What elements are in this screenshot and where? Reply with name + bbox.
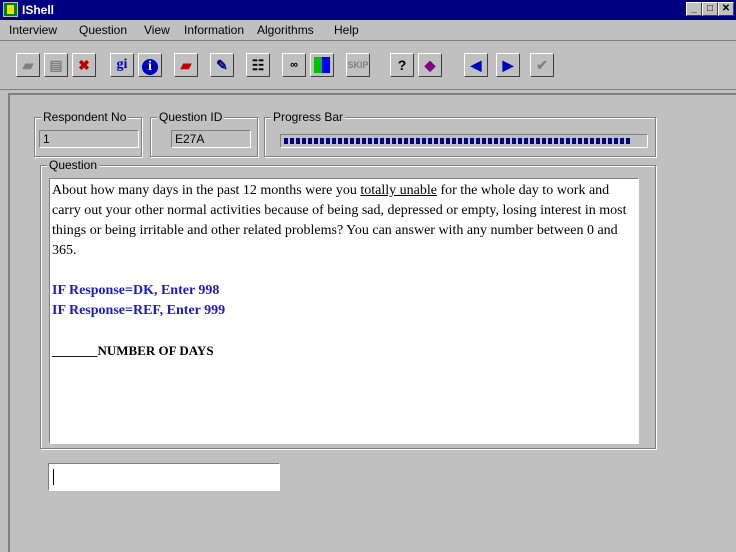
question-id-group: Question ID E27A xyxy=(150,110,258,157)
answer-label: NUMBER OF DAYS xyxy=(97,343,214,358)
menu-information[interactable]: Information xyxy=(184,23,244,37)
progress-fill xyxy=(284,138,630,144)
main-panel: Respondent No 1 Question ID E27A Progres… xyxy=(8,93,736,552)
instruction-dk: IF Response=DK, Enter 998 xyxy=(52,283,220,298)
menu-help[interactable]: Help xyxy=(334,23,359,37)
color-grid-icon[interactable] xyxy=(310,53,334,77)
toolbar: ▰ ▤ ✖ gi i ▰ ✎ ☷ ∞ SKIP ? ◆ ◀ ▶ ✔ xyxy=(0,43,736,90)
red-book-icon[interactable]: ▰ xyxy=(174,53,198,77)
question-id-label: Question ID xyxy=(157,110,225,124)
question-text-area: About how many days in the past 12 month… xyxy=(49,178,639,444)
question-id-field: E27A xyxy=(171,130,251,148)
window-title: IShell xyxy=(22,3,55,17)
info-glyph: i xyxy=(142,59,158,75)
menu-bar: Interview Question View Information Algo… xyxy=(0,20,736,41)
book-icon[interactable]: ▰ xyxy=(16,53,40,77)
question-text-before: About how many days in the past 12 month… xyxy=(52,183,361,198)
info-icon[interactable]: i xyxy=(138,53,162,77)
glasses-icon[interactable]: ∞ xyxy=(282,53,306,77)
close-button[interactable]: ✕ xyxy=(718,2,734,16)
progress-label: Progress Bar xyxy=(271,110,346,124)
response-input[interactable] xyxy=(48,463,280,491)
next-icon[interactable]: ▶ xyxy=(496,53,520,77)
edit-icon[interactable]: ✎ xyxy=(210,53,234,77)
progress-group: Progress Bar xyxy=(264,110,656,157)
previous-icon[interactable]: ◀ xyxy=(464,53,488,77)
list-check-icon[interactable]: ☷ xyxy=(246,53,270,77)
menu-view[interactable]: View xyxy=(144,23,170,37)
answer-prompt: _______NUMBER OF DAYS xyxy=(52,341,636,361)
respondent-field: 1 xyxy=(39,130,139,148)
maximize-button[interactable]: □ xyxy=(702,2,718,16)
title-bar: IShell _ □ ✕ xyxy=(0,0,736,20)
respondent-group: Respondent No 1 xyxy=(34,110,142,157)
answer-blank: _______ xyxy=(52,343,98,358)
window-controls: _ □ ✕ xyxy=(684,2,736,18)
respondent-label: Respondent No xyxy=(41,110,129,124)
notebook-icon[interactable]: ▤ xyxy=(44,53,68,77)
question-text-underlined: totally unable xyxy=(360,183,437,198)
color-grid-glyph xyxy=(314,57,330,73)
gi-icon[interactable]: gi xyxy=(110,53,134,77)
question-label: Question xyxy=(47,158,100,172)
minimize-button[interactable]: _ xyxy=(686,2,702,16)
text-caret xyxy=(53,469,54,485)
question-group: Question About how many days in the past… xyxy=(40,158,656,449)
menu-interview[interactable]: Interview xyxy=(9,23,57,37)
skip-icon[interactable]: SKIP xyxy=(346,53,370,77)
help-icon[interactable]: ? xyxy=(390,53,414,77)
help-book-icon[interactable]: ◆ xyxy=(418,53,442,77)
question-text: About how many days in the past 12 month… xyxy=(52,181,636,261)
menu-question[interactable]: Question xyxy=(79,23,127,37)
menu-algorithms[interactable]: Algorithms xyxy=(257,23,314,37)
check-icon[interactable]: ✔ xyxy=(530,53,554,77)
instruction-ref: IF Response=REF, Enter 999 xyxy=(52,303,226,318)
progress-bar xyxy=(280,134,648,148)
app-icon xyxy=(3,2,18,17)
delete-icon[interactable]: ✖ xyxy=(72,53,96,77)
